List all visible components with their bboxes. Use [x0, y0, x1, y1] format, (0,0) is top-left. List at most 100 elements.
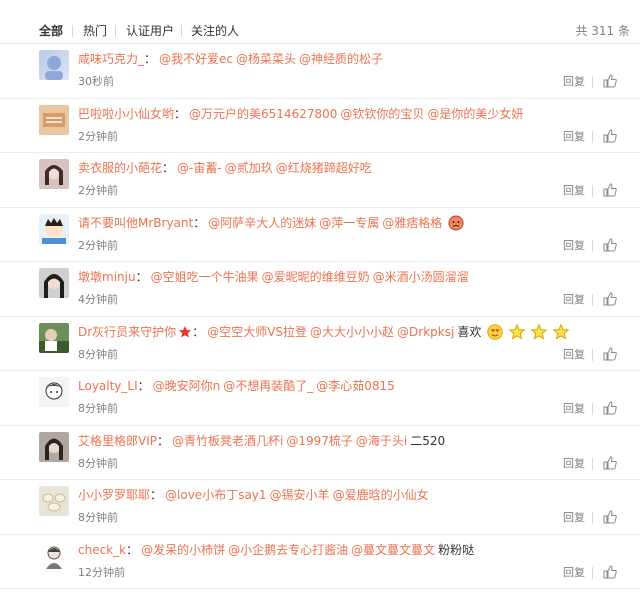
avatar[interactable]: [39, 322, 69, 353]
mention-link[interactable]: @阿萨辛大人的迷妹: [208, 216, 316, 230]
mention-link[interactable]: @1997梳子: [286, 434, 353, 448]
avatar[interactable]: [39, 104, 69, 135]
mention-link[interactable]: @钦钦你的宝贝: [340, 107, 424, 121]
tab-all[interactable]: 全部: [39, 22, 63, 40]
tab-divider: [115, 25, 116, 37]
star-emoji-icon: [552, 324, 569, 340]
reply-button[interactable]: 回复: [563, 184, 585, 198]
comment-username[interactable]: 请不要叫他MrBryant: [78, 216, 193, 230]
reply-button[interactable]: 回复: [563, 130, 585, 144]
reply-button[interactable]: 回复: [563, 348, 585, 362]
tab-hot[interactable]: 热门: [83, 22, 107, 40]
avatar-image-icon: [43, 112, 65, 127]
avatar[interactable]: [39, 268, 69, 298]
action-divider: [592, 512, 593, 524]
action-divider: [592, 185, 593, 197]
comment-username[interactable]: Loyalty_LI: [78, 379, 138, 393]
mention-link[interactable]: @萍一专属: [319, 216, 379, 230]
comment-username[interactable]: 巴啦啦小小仙女哟: [78, 107, 174, 121]
avatar[interactable]: [39, 50, 69, 80]
mention-link[interactable]: @米酒小汤圆溜溜: [373, 270, 469, 284]
reply-button[interactable]: 回复: [563, 239, 585, 253]
avatar-image-icon: [45, 56, 63, 80]
thumbs-up-icon[interactable]: [603, 510, 617, 524]
mention-link[interactable]: @爱鹿晗的小仙女: [333, 488, 429, 502]
comment-filter-tabs: 全部 热门 认证用户 关注的人 共 311 条: [0, 0, 640, 44]
comment-username[interactable]: 卖衣服的小葩花: [78, 161, 162, 175]
comment-item: 请不要叫他MrBryant： @阿萨辛大人的迷妹 @萍一专属 @雅痞格格 2分钟前 回…: [0, 208, 640, 262]
comment-item: 小小罗罗耶耶： @love小布丁say1 @锡安小羊 @爱鹿晗的小仙女 8分钟前 回复: [0, 480, 640, 535]
tab-verified-users[interactable]: 认证用户: [126, 22, 174, 40]
mention-link[interactable]: @小企鹅去专心打酱油: [228, 543, 348, 557]
avatar[interactable]: [39, 377, 69, 407]
thumbs-up-icon[interactable]: [603, 564, 617, 579]
thumbs-up-icon[interactable]: [603, 292, 617, 306]
reply-button[interactable]: 回复: [563, 457, 585, 471]
comment-username[interactable]: 小小罗罗耶耶: [78, 488, 150, 502]
mention-link[interactable]: @大大小小小赵: [310, 325, 394, 339]
mention-link[interactable]: @神经质的松子: [299, 52, 383, 66]
avatar[interactable]: [39, 213, 69, 244]
mention-link[interactable]: @发呆的小柿饼: [141, 543, 225, 557]
comment-list: 咸味巧克力_： @我不好爱ec @杨菜菜头 @神经质的松子 30秒前 回复 巴啦啦小小…: [0, 44, 640, 589]
mention-link[interactable]: @晚安阿你n: [153, 379, 221, 393]
mention-link[interactable]: @锡安小羊: [270, 488, 330, 502]
mention-link[interactable]: @蔓文蔓文蔓文: [351, 543, 435, 557]
mention-link[interactable]: @贰加玖: [225, 161, 273, 175]
mention-link[interactable]: @我不好爱ec: [159, 52, 233, 66]
comment-timestamp: 2分钟前: [78, 184, 118, 197]
mention-link[interactable]: @-宙蓄-: [177, 161, 222, 175]
thumbs-up-icon[interactable]: [603, 74, 617, 88]
comment-username[interactable]: 墩墩minju: [78, 270, 136, 284]
thumbs-up-icon[interactable]: [603, 401, 617, 415]
mention-link[interactable]: @love小布丁say1: [165, 488, 267, 502]
reply-button[interactable]: 回复: [563, 75, 585, 89]
action-divider: [592, 239, 593, 252]
tab-followed-people[interactable]: 关注的人: [191, 22, 239, 40]
comment-item: 艾格里格郎VIP： @青竹板凳老酒几杯i @1997梳子 @海于头i 二520 8分钟前…: [0, 426, 640, 480]
avatar[interactable]: [39, 159, 69, 189]
comment-timestamp: 2分钟前: [78, 238, 118, 252]
mention-link[interactable]: @红烧猪蹄超好吃: [276, 161, 372, 175]
comment-timestamp: 12分钟前: [78, 565, 125, 579]
mention-link[interactable]: @爱昵昵的维维豆奶: [262, 270, 370, 284]
tab-divider: [72, 25, 73, 37]
comment-timestamp: 2分钟前: [78, 129, 118, 143]
comment-timestamp: 30秒前: [78, 75, 114, 88]
avatar-image-icon: [45, 382, 63, 400]
angry-face-emoji-icon: [448, 215, 464, 231]
reply-button[interactable]: 回复: [563, 566, 585, 580]
thumbs-up-icon[interactable]: [603, 346, 617, 361]
mention-link[interactable]: @杨菜菜头: [236, 52, 296, 66]
mention-link[interactable]: @万元户的美6514627800: [189, 107, 337, 121]
avatar[interactable]: [39, 431, 69, 462]
action-divider: [592, 130, 593, 143]
mention-link[interactable]: @青竹板凳老酒几杯i: [172, 434, 283, 448]
mention-link[interactable]: @不想再装酷了_: [223, 379, 313, 393]
mention-link[interactable]: @空空大师VS拉登: [207, 325, 307, 339]
comment-item: check_k： @发呆的小柿饼 @小企鹅去专心打酱油 @蔓文蔓文蔓文 粉粉哒 12分钟…: [0, 535, 640, 589]
reply-button[interactable]: 回复: [563, 402, 585, 416]
comment-username[interactable]: Dr灰行员来守护你: [78, 325, 176, 339]
thumbs-up-icon[interactable]: [603, 128, 617, 143]
mention-link[interactable]: @雅痞格格: [382, 216, 442, 230]
mention-link[interactable]: @海于头i: [356, 434, 407, 448]
mention-link[interactable]: @空姐吃一个牛油果: [151, 270, 259, 284]
avatar[interactable]: [39, 540, 69, 571]
mention-link[interactable]: @李心茹0815: [316, 379, 395, 393]
thumbs-up-icon[interactable]: [603, 455, 617, 470]
action-divider: [592, 457, 593, 470]
comment-username[interactable]: 咸味巧克力_: [78, 52, 144, 66]
action-divider: [592, 348, 593, 361]
thumbs-up-icon[interactable]: [603, 183, 617, 197]
comment-text: 粉粉哒: [438, 542, 475, 557]
avatar[interactable]: [39, 486, 69, 516]
reply-button[interactable]: 回复: [563, 511, 585, 525]
reply-button[interactable]: 回复: [563, 293, 585, 307]
thumbs-up-icon[interactable]: [603, 237, 617, 252]
comment-username[interactable]: 艾格里格郎VIP: [78, 434, 157, 448]
avatar-image-icon: [39, 328, 69, 353]
comment-username[interactable]: check_k: [78, 543, 126, 557]
mention-link[interactable]: @Drkpksj: [397, 325, 454, 339]
mention-link[interactable]: @是你的美少女妍: [427, 107, 523, 121]
